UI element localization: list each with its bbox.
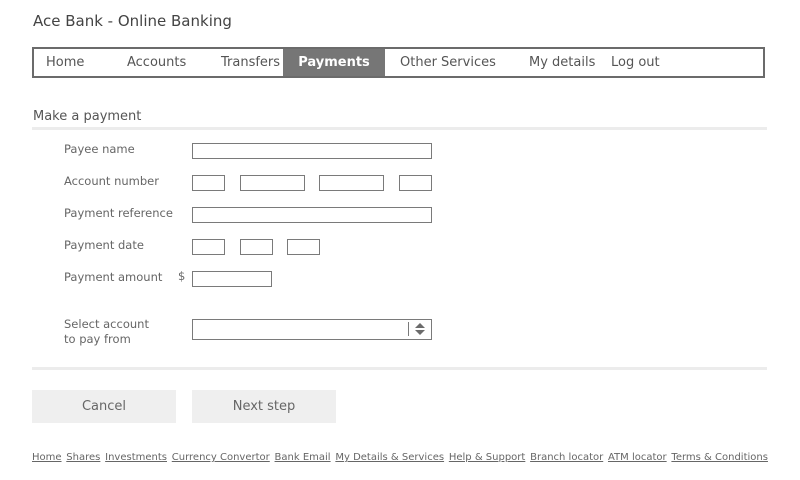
select-arrows-icon bbox=[415, 323, 425, 335]
main-nav: Home Accounts Transfers Payments Other S… bbox=[32, 47, 765, 78]
footer-link-currency-convertor[interactable]: Currency Convertor bbox=[172, 452, 270, 463]
account-number-part-2[interactable] bbox=[240, 175, 305, 191]
nav-my-details[interactable]: My details bbox=[515, 49, 611, 76]
form-title: Make a payment bbox=[33, 109, 142, 124]
account-number-label: Account number bbox=[64, 174, 159, 188]
payee-input[interactable] bbox=[192, 143, 432, 159]
amount-input[interactable] bbox=[192, 271, 272, 287]
currency-symbol: $ bbox=[178, 269, 186, 283]
footer-links: Home Shares Investments Currency Convert… bbox=[32, 452, 768, 463]
date-day-input[interactable] bbox=[192, 239, 225, 255]
next-step-button[interactable]: Next step bbox=[192, 390, 336, 423]
nav-home[interactable]: Home bbox=[34, 49, 114, 76]
payee-label: Payee name bbox=[64, 142, 135, 156]
account-select[interactable] bbox=[192, 319, 432, 340]
footer-link-bank-email[interactable]: Bank Email bbox=[275, 452, 331, 463]
select-account-label: Select account to pay from bbox=[64, 317, 149, 347]
select-account-label-line1: Select account bbox=[64, 317, 149, 331]
app-title: Ace Bank - Online Banking bbox=[33, 12, 232, 30]
reference-label: Payment reference bbox=[64, 206, 173, 220]
footer-link-help-support[interactable]: Help & Support bbox=[449, 452, 525, 463]
date-year-input[interactable] bbox=[287, 239, 320, 255]
top-divider bbox=[32, 127, 767, 130]
footer-link-branch-locator[interactable]: Branch locator bbox=[530, 452, 603, 463]
select-separator bbox=[407, 322, 409, 336]
footer-link-atm-locator[interactable]: ATM locator bbox=[608, 452, 667, 463]
reference-input[interactable] bbox=[192, 207, 432, 223]
date-month-input[interactable] bbox=[240, 239, 273, 255]
account-number-part-1[interactable] bbox=[192, 175, 225, 191]
nav-transfers[interactable]: Transfers bbox=[209, 49, 283, 76]
footer-link-my-details-services[interactable]: My Details & Services bbox=[335, 452, 444, 463]
nav-log-out[interactable]: Log out bbox=[611, 49, 691, 76]
nav-accounts[interactable]: Accounts bbox=[114, 49, 209, 76]
cancel-button[interactable]: Cancel bbox=[32, 390, 176, 423]
nav-payments[interactable]: Payments bbox=[283, 49, 385, 76]
date-label: Payment date bbox=[64, 238, 144, 252]
account-number-part-3[interactable] bbox=[319, 175, 384, 191]
footer-link-shares[interactable]: Shares bbox=[66, 452, 100, 463]
bottom-divider bbox=[32, 367, 767, 370]
nav-other-services[interactable]: Other Services bbox=[385, 49, 515, 76]
footer-link-home[interactable]: Home bbox=[32, 452, 62, 463]
footer-link-investments[interactable]: Investments bbox=[105, 452, 167, 463]
footer-link-terms-conditions[interactable]: Terms & Conditions bbox=[671, 452, 768, 463]
account-number-part-4[interactable] bbox=[399, 175, 432, 191]
select-account-label-line2: to pay from bbox=[64, 332, 131, 346]
amount-label: Payment amount bbox=[64, 270, 163, 284]
